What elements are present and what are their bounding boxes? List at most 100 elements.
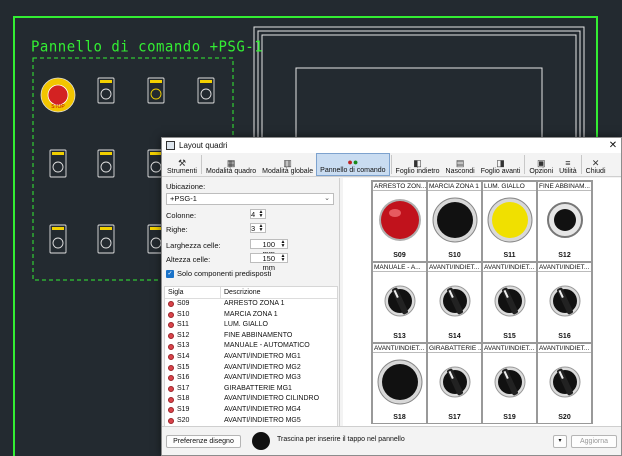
app-icon	[166, 141, 175, 150]
table-row[interactable]: S15 AVANTI/INDIETRO MG2	[165, 363, 337, 374]
cell-header: MANUALE - A...	[373, 263, 426, 272]
cell-header: FINE ABBINAM...	[538, 183, 591, 191]
ribbon-separator	[524, 155, 526, 174]
component-status-icon	[168, 354, 174, 361]
ribbon-foglio-avanti-button[interactable]: ◨ Foglio avanti	[478, 153, 524, 176]
panel-cell-s15[interactable]: AVANTI/INDIET... S15	[482, 262, 537, 343]
close-icon: ✕	[591, 158, 600, 168]
colonne-value: 4	[251, 210, 256, 219]
cell-component	[483, 356, 536, 408]
cell-code: S12	[558, 252, 571, 259]
options-icon: ▣	[537, 158, 546, 168]
panel-cell-s13[interactable]: MANUALE - A... S13	[372, 262, 427, 343]
larghezza-label: Larghezza celle:	[166, 241, 221, 250]
preferenze-disegno-button[interactable]: Preferenze disegno	[166, 435, 241, 448]
ribbon-foglio-indietro-button[interactable]: ◧ Foglio indietro	[393, 153, 443, 176]
aggiorna-button[interactable]: Aggiorna	[571, 435, 617, 448]
table-row[interactable]: S17 GIRABATTERIE MG1	[165, 384, 337, 395]
ribbon-modalita-quadro-button[interactable]: ▦ Modalità quadro	[203, 153, 259, 176]
table-row[interactable]: S13 MANUALE - AUTOMATICO	[165, 341, 337, 352]
panel-cell-s16[interactable]: AVANTI/INDIET... S16	[537, 262, 592, 343]
cell-code: S17	[448, 414, 461, 421]
table-row[interactable]: S16 AVANTI/INDIETRO MG3	[165, 373, 337, 384]
panel-cell-s14[interactable]: AVANTI/INDIET... S14	[427, 262, 482, 343]
dialog-footer: Preferenze disegno Trascina per inserire…	[162, 426, 621, 455]
selector-switch-icon	[384, 285, 415, 317]
cell-component	[373, 275, 426, 327]
utility-icon: ≡	[565, 158, 571, 168]
panel-cell-s20[interactable]: AVANTI/INDIET... S20	[537, 343, 592, 424]
black-pushbutton-icon	[377, 359, 422, 405]
panel-cell-s17[interactable]: GIRABATTERIE ... S17	[427, 343, 482, 424]
column-header-sigla[interactable]: Sigla	[165, 287, 221, 298]
cell-code: S16	[558, 333, 571, 340]
altezza-label: Altezza celle:	[166, 255, 211, 264]
table-body: S09 ARRESTO ZONA 1 S10 MARCIA ZONA 1 S11 LUM.…	[165, 299, 337, 426]
ribbon-pannello-comando-button[interactable]: ●● Pannello di comando	[316, 153, 390, 176]
solo-componenti-checkbox[interactable]: ✓ Solo componenti predisposti	[166, 269, 271, 278]
colonne-spin-buttons[interactable]: ▲ ▼	[257, 209, 266, 219]
layout-preview: ARRESTO ZON... S09 MARCIA ZONA 1 S10 LUM. GI…	[343, 178, 621, 427]
cell-component	[428, 275, 481, 327]
ribbon-opzioni-button[interactable]: ▣ Opzioni	[526, 153, 556, 176]
descrizione-cell: AVANTI/INDIETRO MG4	[224, 405, 301, 413]
righe-value: 3	[251, 224, 256, 233]
table-row[interactable]: S11 LUM. GIALLO	[165, 320, 337, 331]
ribbon-utilita-button[interactable]: ≡ Utilità	[556, 153, 580, 176]
component-status-icon	[168, 311, 174, 318]
cell-header: AVANTI/INDIET...	[538, 264, 591, 272]
panel-cell-s11[interactable]: LUM. GIALLO S11	[482, 181, 537, 262]
table-row[interactable]: S09 ARRESTO ZONA 1	[165, 299, 337, 310]
cell-code: S14	[448, 333, 461, 340]
descrizione-cell: AVANTI/INDIETRO CILINDRO	[224, 395, 320, 403]
cell-component	[538, 356, 591, 408]
cell-code: S20	[558, 414, 571, 421]
descrizione-cell: MARCIA ZONA 1	[224, 310, 278, 318]
cell-code: S09	[393, 252, 406, 259]
window-close-icon[interactable]: ✕	[605, 140, 621, 151]
descrizione-cell: AVANTI/INDIETRO MG2	[224, 363, 301, 371]
checkmark-icon: ✓	[166, 269, 174, 278]
altezza-spin-buttons[interactable]: ▲ ▼	[279, 253, 288, 263]
ribbon-nascondi-button[interactable]: ▤ Nascondi	[443, 153, 478, 176]
panel-cell-s12[interactable]: FINE ABBINAM... S12	[537, 181, 592, 262]
component-status-icon	[168, 417, 174, 424]
table-row[interactable]: S18 AVANTI/INDIETRO CILINDRO	[165, 394, 337, 405]
sigla-cell: S14	[165, 352, 221, 363]
ubicazione-select[interactable]: +PSG-1 ⌄	[166, 193, 334, 205]
righe-spin-buttons[interactable]: ▲ ▼	[257, 223, 266, 233]
sigla-cell: S13	[165, 341, 221, 352]
spin-arrows-icon: ▲ ▼	[258, 209, 264, 219]
ribbon-modalita-globale-button[interactable]: ▥ Modalità globale	[259, 153, 316, 176]
ribbon-strumenti-button[interactable]: ⚒ Strumenti	[164, 153, 200, 176]
panel-cell-s09[interactable]: ARRESTO ZON... S09	[372, 181, 427, 262]
panel-cell-s10[interactable]: MARCIA ZONA 1 S10	[427, 181, 482, 262]
sigla-cell: S17	[165, 384, 221, 395]
component-status-icon	[168, 375, 174, 382]
descrizione-cell: LUM. GIALLO	[224, 321, 268, 329]
table-row[interactable]: S20 AVANTI/INDIETRO MG5	[165, 416, 337, 427]
table-row[interactable]: S10 MARCIA ZONA 1	[165, 310, 337, 321]
sheet-back-icon: ◧	[413, 158, 422, 168]
cell-code: S15	[503, 333, 516, 340]
panel-cell-s18[interactable]: AVANTI/INDIET... S18	[372, 343, 427, 424]
table-row[interactable]: S12 FINE ABBINAMENTO	[165, 331, 337, 342]
cell-code: S18	[393, 414, 406, 421]
column-header-descrizione[interactable]: Descrizione	[221, 287, 261, 298]
component-status-icon	[168, 396, 174, 403]
dialog-titlebar: Layout quadri ✕	[162, 138, 621, 153]
sigla-cell: S10	[165, 310, 221, 321]
table-row[interactable]: S19 AVANTI/INDIETRO MG4	[165, 405, 337, 416]
table-row[interactable]: S14 AVANTI/INDIETRO MG1	[165, 352, 337, 363]
sigla-cell: S09	[165, 299, 221, 310]
layout-dialog: Layout quadri ✕ ⚒ Strumenti ▦ Modalità qua…	[161, 137, 622, 456]
ribbon-chiudi-button[interactable]: ✕ Chiudi	[583, 153, 609, 176]
cap-preview-icon[interactable]	[252, 432, 270, 450]
cell-code: S11	[503, 252, 516, 259]
larghezza-spin-buttons[interactable]: ▲ ▼	[279, 239, 288, 249]
dropdown-button[interactable]: ▾	[553, 435, 567, 448]
sigla-cell: S19	[165, 405, 221, 416]
panel-mode-icon: ▦	[226, 158, 236, 168]
panel-cell-s19[interactable]: AVANTI/INDIET... S19	[482, 343, 537, 424]
component-status-icon	[168, 364, 174, 371]
